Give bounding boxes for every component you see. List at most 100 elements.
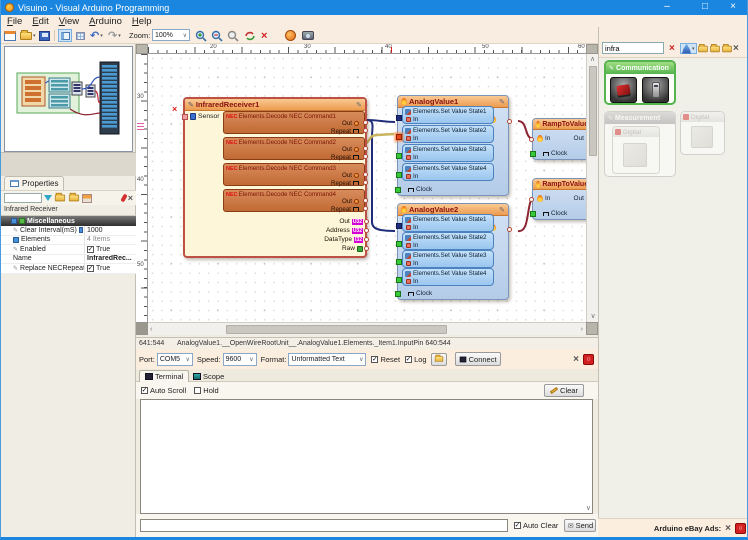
in-connector[interactable]: [396, 277, 402, 283]
log-checkbox[interactable]: ✓Log: [405, 355, 427, 364]
collapse-categories-button[interactable]: [721, 43, 733, 54]
categorized-view-icon[interactable]: [82, 194, 92, 203]
component-infrared-receiver-item[interactable]: [610, 77, 637, 103]
category-communication[interactable]: ✎ Communication: [604, 60, 676, 105]
close-button[interactable]: ×: [719, 0, 747, 15]
menu-view[interactable]: View: [59, 16, 79, 27]
pin-repeat[interactable]: [363, 206, 368, 211]
pin-repeat[interactable]: [363, 128, 368, 133]
minimize-button[interactable]: –: [653, 0, 681, 15]
canvas-vertical-scrollbar[interactable]: ∧ ∨: [586, 54, 598, 322]
close-palette-icon[interactable]: ×: [733, 43, 739, 54]
edit-category-button[interactable]: [697, 43, 709, 54]
speed-combobox[interactable]: 9600∨: [223, 353, 257, 366]
in-connector-connected[interactable]: [396, 115, 402, 121]
component-edit-icon[interactable]: ✎: [356, 101, 362, 109]
terminal-scroll-arrow[interactable]: ∨: [586, 504, 591, 513]
enabled-checkbox[interactable]: ✓: [87, 246, 94, 253]
ramp2-in-pin[interactable]: [529, 197, 534, 202]
terminal-output[interactable]: ∨: [140, 399, 593, 514]
communication-header[interactable]: ✎ Communication: [606, 62, 674, 74]
zoom-reset-button[interactable]: [227, 29, 239, 42]
in-connector[interactable]: [396, 172, 402, 178]
panels-view-toggle[interactable]: [58, 29, 72, 42]
filter-icon[interactable]: [44, 195, 52, 201]
elements-expander-icon[interactable]: [13, 237, 19, 243]
pin-datatype-i32[interactable]: DataTypeI32: [324, 236, 363, 243]
clock-connector[interactable]: [395, 187, 401, 193]
clock-connector[interactable]: [530, 211, 536, 217]
delete-button[interactable]: ×: [261, 29, 267, 42]
screenshot-button[interactable]: [302, 29, 314, 42]
in-connector[interactable]: [396, 241, 402, 247]
scroll-up-arrow[interactable]: ∧: [587, 55, 598, 64]
project-minimap[interactable]: [4, 46, 133, 152]
pin-out[interactable]: [363, 120, 368, 125]
design-canvas[interactable]: × ✎ InfraredReceiver1 ✎ Sensor NECElemen…: [148, 54, 586, 322]
menu-edit[interactable]: Edit: [32, 16, 48, 27]
component-ramp-to-value-2[interactable]: RampToValue2 In Out Clock: [532, 178, 586, 220]
element-decode-nec-3[interactable]: NECElements.Decode NEC Command3 Out Repe…: [223, 163, 365, 186]
canvas-horizontal-scrollbar[interactable]: ‹ ›: [148, 322, 586, 335]
ramp1-clock-pin[interactable]: Clock: [535, 150, 567, 157]
component-analog-value-1[interactable]: AnalogValue1 ✎ Out Elements.Set Value St…: [397, 95, 509, 196]
menu-arduino[interactable]: Arduino: [89, 16, 122, 27]
ramp2-header[interactable]: RampToValue2: [533, 179, 586, 190]
pin-icon[interactable]: [120, 194, 127, 203]
properties-filter-input[interactable]: [4, 193, 42, 203]
element-set-value-4[interactable]: Elements.Set Value State4 In: [402, 268, 494, 286]
infrared-header[interactable]: ✎ InfraredReceiver1 ✎: [185, 99, 365, 111]
send-input[interactable]: [140, 519, 508, 532]
auto-clear-checkbox[interactable]: ✓Auto Clear: [514, 521, 558, 530]
vertical-scroll-thumb[interactable]: [589, 66, 597, 156]
pin-out[interactable]: [363, 146, 368, 151]
category-measurement[interactable]: ✎ Measurement Digital: [604, 111, 676, 177]
wizard-button[interactable]: ▾: [680, 43, 697, 54]
element-decode-nec-2[interactable]: NECElements.Decode NEC Command2 Out Repe…: [223, 137, 365, 160]
element-set-value-2[interactable]: Elements.Set Value State2 In: [402, 232, 494, 250]
clock-connector[interactable]: [530, 151, 536, 157]
pin-raw[interactable]: Raw: [342, 245, 363, 252]
property-row-clear-interval[interactable]: ✎Clear Interval(mS) 1000: [1, 226, 136, 236]
pin-out-u32[interactable]: OutU32: [339, 218, 363, 225]
category-digital[interactable]: Digital: [680, 111, 725, 155]
expand-button[interactable]: [79, 227, 83, 233]
ramp2-clock-pin[interactable]: Clock: [535, 210, 567, 217]
pin-out[interactable]: [363, 198, 368, 203]
element-set-value-1[interactable]: Elements.Set Value State1 In: [402, 214, 494, 232]
analog2-clock-pin[interactable]: Clock: [400, 290, 432, 297]
connect-button[interactable]: Connect: [455, 352, 501, 366]
tab-properties[interactable]: Properties: [4, 176, 64, 190]
new-project-button[interactable]: [4, 29, 16, 42]
collapse-all-icon[interactable]: [69, 195, 79, 202]
in-connector-highlighted[interactable]: [396, 134, 402, 140]
property-row-elements[interactable]: Elements 4 Items: [1, 236, 136, 246]
component-analog-value-2[interactable]: AnalogValue2 ✎ Out Elements.Set Value St…: [397, 203, 509, 300]
analog1-clock-pin[interactable]: Clock: [400, 186, 432, 193]
element-set-value-1[interactable]: Elements.Set Value State1 In: [402, 106, 494, 124]
pin-repeat[interactable]: [363, 154, 368, 159]
ramp1-in-pin[interactable]: [529, 137, 534, 142]
property-category-row[interactable]: Miscellaneous: [1, 216, 136, 226]
element-set-value-3[interactable]: Elements.Set Value State3 In: [402, 250, 494, 268]
sensor-pin[interactable]: Sensor: [182, 113, 220, 120]
property-row-enabled[interactable]: ✎Enabled ✓True: [1, 245, 136, 255]
panel-splitter[interactable]: [1, 152, 136, 176]
disconnect-tools-icon[interactable]: ×: [573, 354, 579, 365]
maximize-button[interactable]: □: [691, 0, 719, 15]
element-decode-nec-4[interactable]: NECElements.Decode NEC Command4 Out Repe…: [223, 189, 365, 212]
component-edit-icon[interactable]: ✎: [499, 206, 505, 214]
pin-address-u32[interactable]: AddressU32: [326, 227, 363, 234]
subcategory-digital[interactable]: Digital: [612, 126, 660, 174]
component-infrared-receiver[interactable]: ✎ InfraredReceiver1 ✎ Sensor NECElements…: [183, 97, 367, 258]
zoom-combobox[interactable]: 100%∨: [152, 29, 190, 41]
component-remote-item[interactable]: [642, 77, 669, 103]
property-row-replace-necrepeat[interactable]: ✎Replace NECRepeat... ✓True: [1, 264, 136, 274]
tab-scope[interactable]: Scope: [188, 370, 229, 382]
component-edit-icon[interactable]: ✎: [499, 98, 505, 106]
send-button[interactable]: ✉Send: [564, 519, 596, 532]
auto-scroll-checkbox[interactable]: ✓Auto Scroll: [141, 386, 186, 395]
redo-button[interactable]: ↷▾: [108, 29, 121, 42]
web-help-button[interactable]: [285, 29, 296, 42]
close-ads-icon[interactable]: ×: [725, 523, 731, 534]
